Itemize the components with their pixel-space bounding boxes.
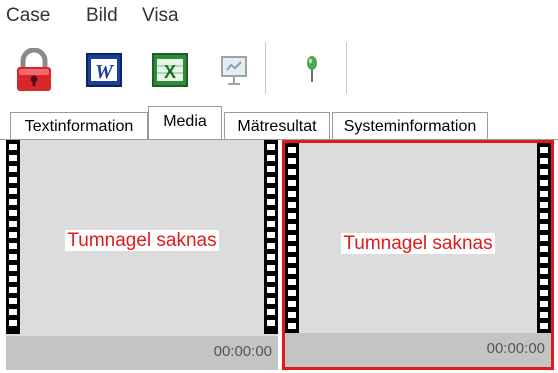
- film-hole: [267, 221, 275, 227]
- film-hole: [540, 290, 548, 296]
- film-hole: [9, 276, 17, 282]
- film-hole: [540, 169, 548, 175]
- film-hole: [267, 265, 275, 271]
- tab-textinformation[interactable]: Textinformation: [10, 112, 148, 139]
- lock-button[interactable]: [10, 46, 58, 94]
- film-hole: [288, 279, 296, 285]
- lock-icon: [17, 48, 51, 91]
- film-hole: [540, 158, 548, 164]
- film-hole: [288, 290, 296, 296]
- excel-glyph: X: [164, 62, 176, 82]
- film-hole: [267, 199, 275, 205]
- film-hole: [267, 254, 275, 260]
- film-hole: [288, 147, 296, 153]
- toolbar-separator: [346, 42, 347, 94]
- thumbnail-time: 00:00:00: [213, 343, 272, 360]
- film-hole: [9, 188, 17, 194]
- film-hole: [540, 213, 548, 219]
- film-hole: [288, 301, 296, 307]
- export-excel-button[interactable]: X: [146, 46, 194, 94]
- film-hole: [9, 155, 17, 161]
- film-hole: [9, 199, 17, 205]
- film-hole: [267, 298, 275, 304]
- thumbnail-missing-text: Tumnagel saknas: [65, 230, 219, 251]
- tab-systeminformation[interactable]: Systeminformation: [332, 112, 488, 139]
- thumbnail-time: 00:00:00: [486, 340, 545, 357]
- excel-icon: X: [152, 53, 188, 87]
- film-hole: [540, 323, 548, 329]
- film-hole: [288, 191, 296, 197]
- tab-media[interactable]: Media: [148, 106, 222, 139]
- film-hole: [288, 224, 296, 230]
- toolbar: W X: [0, 32, 558, 104]
- film-hole: [9, 265, 17, 271]
- film-hole: [288, 180, 296, 186]
- film-hole: [540, 257, 548, 263]
- thumbnail-footer: 00:00:00: [285, 333, 551, 367]
- film-hole: [288, 158, 296, 164]
- toolbar-separator: [265, 42, 266, 94]
- film-hole: [540, 279, 548, 285]
- film-hole: [267, 144, 275, 150]
- film-hole: [9, 166, 17, 172]
- pin-button[interactable]: [288, 46, 336, 94]
- film-hole: [9, 287, 17, 293]
- film-hole: [288, 213, 296, 219]
- film-hole: [9, 221, 17, 227]
- film-hole: [267, 287, 275, 293]
- film-hole: [267, 276, 275, 282]
- film-hole: [288, 169, 296, 175]
- word-glyph: W: [95, 61, 114, 83]
- film-hole: [540, 180, 548, 186]
- export-word-button[interactable]: W: [80, 46, 128, 94]
- media-thumbnail-selected[interactable]: Tumnagel saknas 00:00:00: [282, 140, 554, 370]
- film-hole: [288, 257, 296, 263]
- film-hole: [267, 210, 275, 216]
- film-hole: [288, 312, 296, 318]
- thumbnail-placeholder: Tumnagel saknas: [285, 233, 551, 255]
- word-icon: W: [86, 53, 122, 87]
- film-hole: [540, 312, 548, 318]
- film-hole: [267, 320, 275, 326]
- film-hole: [540, 147, 548, 153]
- film-hole: [540, 224, 548, 230]
- film-hole: [540, 301, 548, 307]
- film-hole: [288, 268, 296, 274]
- thumbnail-footer: 00:00:00: [6, 336, 278, 370]
- menu-visa[interactable]: Visa: [142, 4, 179, 28]
- film-hole: [288, 202, 296, 208]
- film-hole: [267, 155, 275, 161]
- menu-case[interactable]: Case: [6, 4, 50, 28]
- thumbnail-placeholder: Tumnagel saknas: [6, 230, 278, 252]
- presentation-button[interactable]: [210, 46, 258, 94]
- thumbnail-missing-text: Tumnagel saknas: [341, 233, 495, 254]
- film-hole: [9, 210, 17, 216]
- film-hole: [540, 191, 548, 197]
- menu-bild[interactable]: Bild: [86, 4, 118, 28]
- film-hole: [267, 166, 275, 172]
- media-panel: Tumnagel saknas 00:00:00 Tumnagel saknas…: [6, 140, 554, 370]
- film-hole: [540, 268, 548, 274]
- tab-matresultat[interactable]: Mätresultat: [224, 112, 330, 139]
- film-hole: [9, 309, 17, 315]
- film-hole: [9, 144, 17, 150]
- film-hole: [267, 188, 275, 194]
- film-hole: [540, 202, 548, 208]
- film-hole: [9, 298, 17, 304]
- film-hole: [9, 320, 17, 326]
- menu-bar: Case Bild Visa: [0, 0, 558, 32]
- media-thumbnail[interactable]: Tumnagel saknas 00:00:00: [6, 140, 278, 370]
- tab-bar: Textinformation Media Mätresultat System…: [0, 104, 558, 140]
- film-hole: [9, 177, 17, 183]
- presentation-icon: [221, 56, 247, 85]
- film-hole: [9, 254, 17, 260]
- film-hole: [267, 309, 275, 315]
- film-hole: [267, 177, 275, 183]
- pin-icon: [307, 56, 317, 82]
- film-hole: [288, 323, 296, 329]
